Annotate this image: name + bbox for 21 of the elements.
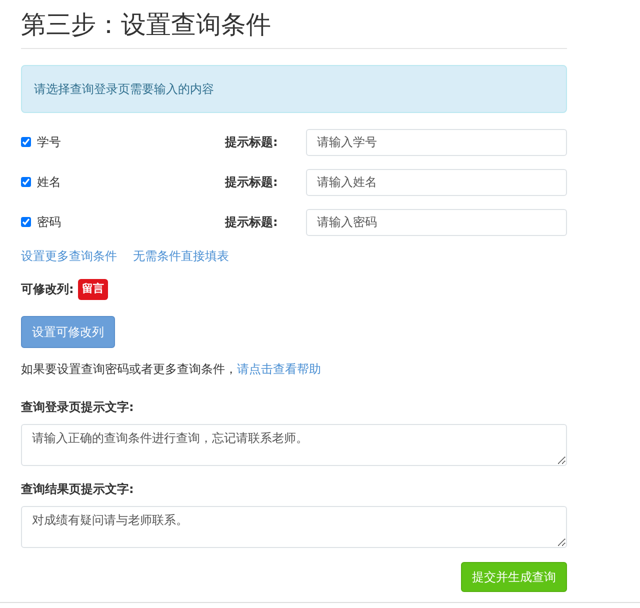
condition-checkbox[interactable]: [21, 177, 31, 187]
hint-input-field[interactable]: 请输入姓名: [306, 168, 567, 196]
column-tag: 留言: [78, 279, 108, 300]
editable-columns-label: 可修改列:: [21, 281, 74, 298]
hint-input-field[interactable]: 请输入学号: [306, 128, 567, 156]
field-label: 查询结果页提示文字:: [21, 480, 135, 498]
condition-label: 学号: [37, 134, 62, 151]
field-label: 查询登录页提示文字:: [21, 398, 135, 416]
help-text: 如果要设置查询密码或者更多查询条件，: [21, 362, 237, 376]
hint-label: 提示标题:: [225, 134, 279, 151]
hint-input-field[interactable]: 请输入密码: [306, 208, 567, 236]
tip-textarea[interactable]: 请输入正确的查询条件进行查询，忘记请联系老师。: [21, 424, 567, 466]
info-alert: 请选择查询登录页需要输入的内容: [21, 65, 567, 113]
page-title: 第三步：设置查询条件: [21, 10, 272, 40]
hint-label: 提示标题:: [225, 214, 279, 231]
condition-label: 姓名: [37, 174, 62, 191]
tip-textarea[interactable]: 对成绩有疑问请与老师联系。: [21, 506, 567, 548]
hint-label: 提示标题:: [225, 174, 279, 191]
condition-checkbox[interactable]: [21, 217, 31, 227]
condition-label: 密码: [37, 214, 62, 231]
condition-checkbox[interactable]: [21, 137, 31, 147]
